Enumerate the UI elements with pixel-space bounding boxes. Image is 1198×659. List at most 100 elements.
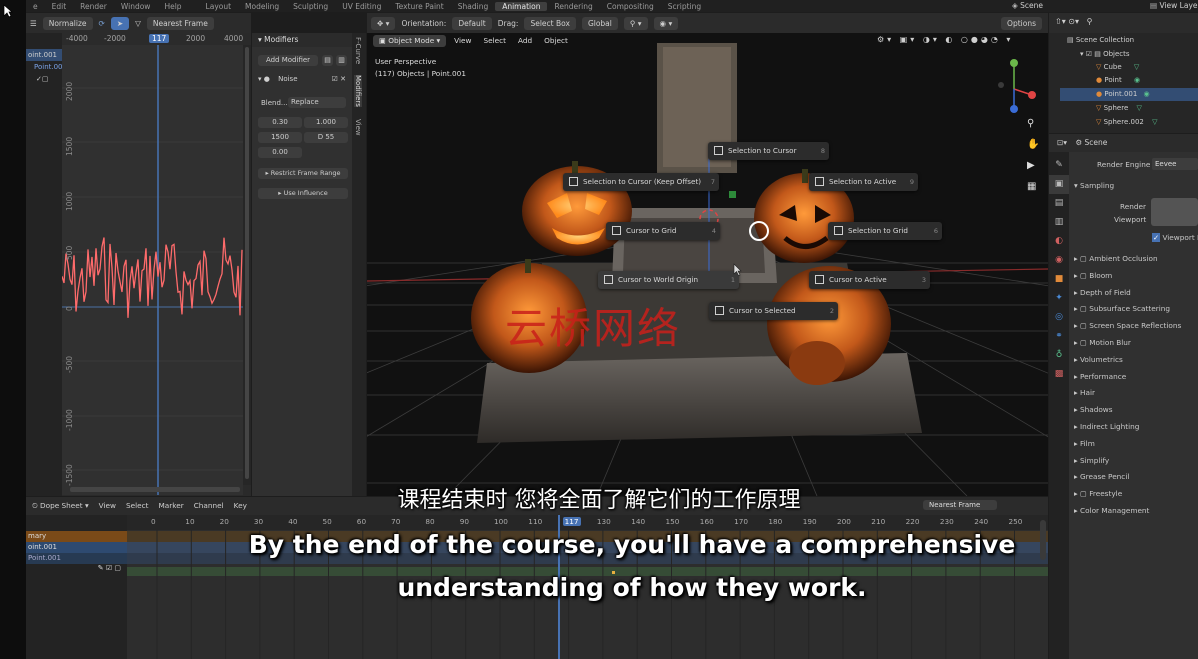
- pie-cursor-to-active[interactable]: Cursor to Active 3: [809, 271, 930, 289]
- properties-panel-film[interactable]: ▸ Film: [1074, 439, 1095, 448]
- properties-panel-indirect-lighting[interactable]: ▸ Indirect Lighting: [1074, 422, 1139, 431]
- paste-modifier-icon[interactable]: ▥: [336, 55, 347, 66]
- filter-icon[interactable]: ▽: [135, 19, 141, 28]
- graph-canvas[interactable]: [62, 45, 243, 495]
- texture-tab-icon[interactable]: ▩: [1049, 365, 1069, 384]
- tab-layout[interactable]: Layout: [199, 2, 239, 11]
- outliner-item-sphere[interactable]: ▽ Sphere ▽: [1060, 102, 1198, 115]
- tab-f-curve[interactable]: F-Curve: [354, 37, 362, 64]
- viewport-shading-controls[interactable]: ⚙▾ ▣▾ ◑▾ ◐ ○●◕◔ ▾: [877, 35, 1013, 44]
- outliner-item-sphere-002[interactable]: ▽ Sphere.002 ▽: [1060, 116, 1198, 129]
- strength-field[interactable]: 1.000: [304, 117, 348, 128]
- select-tool-icon[interactable]: ➤: [110, 16, 130, 30]
- physics-tab-icon[interactable]: ◎: [1049, 308, 1069, 327]
- world-tab-icon[interactable]: ◉: [1049, 251, 1069, 270]
- tab-texture-paint[interactable]: Texture Paint: [388, 2, 450, 11]
- tab-view[interactable]: View: [354, 119, 362, 136]
- refresh-icon[interactable]: ⟳: [99, 19, 105, 28]
- drag-dropdown[interactable]: Select Box: [524, 16, 576, 30]
- properties-panel-motion-blur[interactable]: ▸ ▢ Motion Blur: [1074, 338, 1131, 347]
- channel-row[interactable]: Point.00: [26, 61, 63, 73]
- constraints-tab-icon[interactable]: ⚭: [1049, 327, 1069, 346]
- scale-field[interactable]: 0.30: [258, 117, 302, 128]
- snap-icon[interactable]: ⚲ ▾: [623, 16, 648, 30]
- camera-icon[interactable]: ▶: [1027, 160, 1035, 171]
- samples-fields[interactable]: [1151, 198, 1198, 226]
- grid-view-icon[interactable]: ▦: [1027, 181, 1036, 192]
- tab-modifiers[interactable]: Modifiers: [354, 75, 362, 107]
- copy-modifier-icon[interactable]: ▤: [322, 55, 333, 66]
- output-tab-icon[interactable]: ▤: [1049, 194, 1069, 213]
- properties-editor-icon[interactable]: ⊡▾: [1057, 138, 1069, 147]
- viewport[interactable]: ▣ Object Mode ▾ View Select Add Object ⚙…: [367, 33, 1048, 496]
- pan-hand-icon[interactable]: ✋: [1027, 139, 1039, 150]
- tab-scripting[interactable]: Scripting: [661, 2, 708, 11]
- blend-dropdown[interactable]: Replace: [288, 97, 346, 108]
- current-frame-badge[interactable]: 117: [562, 517, 581, 526]
- tab-rendering[interactable]: Rendering: [547, 2, 599, 11]
- tab-sculpting[interactable]: Sculpting: [286, 2, 335, 11]
- tab-modeling[interactable]: Modeling: [238, 2, 286, 11]
- menu-edit[interactable]: Edit: [45, 2, 74, 11]
- graph-scrollbar[interactable]: [243, 45, 251, 485]
- viewport-menu-select[interactable]: Select: [480, 35, 511, 47]
- orientation-dropdown-icon[interactable]: ✥ ▾: [371, 16, 396, 30]
- menu-help[interactable]: Help: [157, 2, 188, 11]
- viewport-denoise-checkbox[interactable]: ✓ Viewport D: [1152, 233, 1198, 242]
- properties-panel-simplify[interactable]: ▸ Simplify: [1074, 456, 1109, 465]
- properties-panel-volumetrics[interactable]: ▸ Volumetrics: [1074, 355, 1123, 364]
- depth-field[interactable]: D 55: [304, 132, 348, 143]
- properties-panel-depth-of-field[interactable]: ▸ Depth of Field: [1074, 288, 1131, 297]
- properties-panel-hair[interactable]: ▸ Hair: [1074, 388, 1095, 397]
- zoom-icon[interactable]: ⚲: [1027, 118, 1034, 129]
- modifier-tab-icon[interactable]: ✦: [1049, 289, 1069, 308]
- add-modifier-dropdown[interactable]: Add Modifier: [258, 55, 318, 66]
- view-layer-tab-icon[interactable]: ▥: [1049, 213, 1069, 232]
- pie-cursor-to-world-origin[interactable]: Cursor to World Origin 1: [598, 271, 739, 289]
- current-frame-badge[interactable]: 117: [149, 34, 170, 43]
- outliner-item-point[interactable]: ● Point ◉: [1060, 74, 1198, 87]
- transform-orientation-dropdown[interactable]: Global: [581, 16, 618, 30]
- pie-selection-to-cursor-keep-offset[interactable]: Selection to Cursor (Keep Offset) 7: [563, 173, 719, 191]
- object-tab-icon[interactable]: ■: [1049, 270, 1069, 289]
- channel-row[interactable]: oint.001: [26, 49, 62, 61]
- object-mode-dropdown[interactable]: ▣ Object Mode ▾: [373, 35, 447, 47]
- properties-panel-screen-space-reflections[interactable]: ▸ ▢ Screen Space Reflections: [1074, 321, 1181, 330]
- offset-field[interactable]: 1500: [258, 132, 302, 143]
- menu-render[interactable]: Render: [73, 2, 114, 11]
- tool-tab-icon[interactable]: ✎: [1049, 156, 1069, 175]
- options-dropdown[interactable]: Options: [1001, 17, 1042, 30]
- properties-panel-grease-pencil[interactable]: ▸ Grease Pencil: [1074, 472, 1129, 481]
- phase-field[interactable]: 0.00: [258, 147, 302, 158]
- viewport-menu-view[interactable]: View: [450, 35, 475, 47]
- menu-window[interactable]: Window: [114, 2, 158, 11]
- properties-panel-bloom[interactable]: ▸ ▢ Bloom: [1074, 271, 1112, 280]
- sampling-panel[interactable]: ▾ Sampling: [1074, 181, 1114, 190]
- interp-dropdown[interactable]: Nearest Frame: [146, 16, 214, 30]
- pie-selection-to-active[interactable]: Selection to Active 9: [809, 173, 918, 191]
- scene-collection-row[interactable]: ▤ Scene Collection: [1049, 33, 1198, 44]
- data-tab-icon[interactable]: ♁: [1049, 346, 1069, 365]
- editor-type-icon[interactable]: ☰: [30, 19, 37, 28]
- properties-panel-ambient-occlusion[interactable]: ▸ ▢ Ambient Occlusion: [1074, 254, 1158, 263]
- outliner-item-cube[interactable]: ▽ Cube ▽: [1060, 61, 1198, 74]
- view-layer-selector[interactable]: ▤ View Laye: [1150, 0, 1198, 12]
- normalize-button[interactable]: Normalize: [42, 16, 93, 30]
- tab-animation[interactable]: Animation: [495, 1, 548, 11]
- pie-selection-to-cursor[interactable]: Selection to Cursor 8: [708, 142, 829, 160]
- restrict-frame-range-toggle[interactable]: ▸ Restrict Frame Range: [258, 168, 348, 179]
- channel-toggles[interactable]: ✓▢: [26, 73, 62, 85]
- render-engine-dropdown[interactable]: Eevee: [1152, 158, 1198, 170]
- scene-selector[interactable]: ◈ Scene: [1012, 0, 1043, 12]
- render-tab-icon[interactable]: ▣: [1049, 175, 1069, 194]
- navigation-gizmo[interactable]: [987, 55, 1037, 115]
- proportional-edit-icon[interactable]: ◉ ▾: [653, 16, 679, 30]
- properties-panel-performance[interactable]: ▸ Performance: [1074, 372, 1126, 381]
- outliner-filter-icons[interactable]: ⇧▾ ⊙▾ ⚲: [1049, 13, 1198, 30]
- orientation-dropdown[interactable]: Default: [452, 16, 492, 30]
- noise-modifier-row[interactable]: ▾ ● Noise ☑ ✕: [258, 75, 346, 83]
- use-influence-toggle[interactable]: ▸ Use Influence: [258, 188, 348, 199]
- properties-panel-subsurface-scattering[interactable]: ▸ ▢ Subsurface Scattering: [1074, 304, 1170, 313]
- viewport-menu-object[interactable]: Object: [540, 35, 572, 47]
- pie-selection-to-grid[interactable]: Selection to Grid 6: [828, 222, 942, 240]
